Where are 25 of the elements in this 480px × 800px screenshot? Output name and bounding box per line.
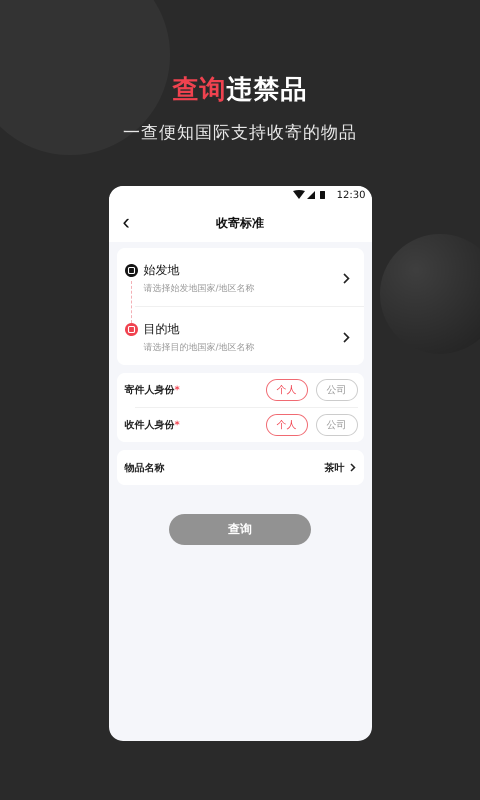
location-row[interactable]: 始发地 请选择始发地国家/地区名称 xyxy=(124,248,364,306)
headline: 查询违禁品 xyxy=(172,74,308,107)
status-time: 12:30 xyxy=(336,190,366,200)
item-value: 茶叶 xyxy=(324,462,344,474)
identity-option[interactable]: 公司 xyxy=(316,414,358,436)
item-row[interactable]: 物品名称 茶叶 xyxy=(116,450,364,485)
identity-label: 寄件人身份* xyxy=(124,383,180,397)
identity-option[interactable]: 个人 xyxy=(266,379,308,401)
chevron-icon xyxy=(342,332,350,342)
screen-title: 收寄标准 xyxy=(216,214,264,232)
location-row[interactable]: 目的地 请选择目的地国家/地区名称 xyxy=(124,307,364,365)
identity-option[interactable]: 公司 xyxy=(316,379,358,401)
chevron-icon xyxy=(342,272,350,284)
identity-label: 收件人身份* xyxy=(124,418,180,432)
location-title: 始发地 xyxy=(144,262,180,278)
item-label: 物品名称 xyxy=(124,462,164,474)
identity-option[interactable]: 个人 xyxy=(266,414,308,436)
back-button[interactable]: ‹ xyxy=(118,212,134,232)
location-placeholder: 请选择目的地国家/地区名称 xyxy=(144,342,255,354)
chevron-icon xyxy=(350,463,356,472)
destination-icon xyxy=(124,322,138,336)
location-title: 目的地 xyxy=(144,320,180,338)
origin-icon xyxy=(124,264,138,276)
location-placeholder: 请选择始发地国家/地区名称 xyxy=(144,282,255,294)
subtitle: 一查便知国际支持收寄的物品 xyxy=(123,122,357,144)
